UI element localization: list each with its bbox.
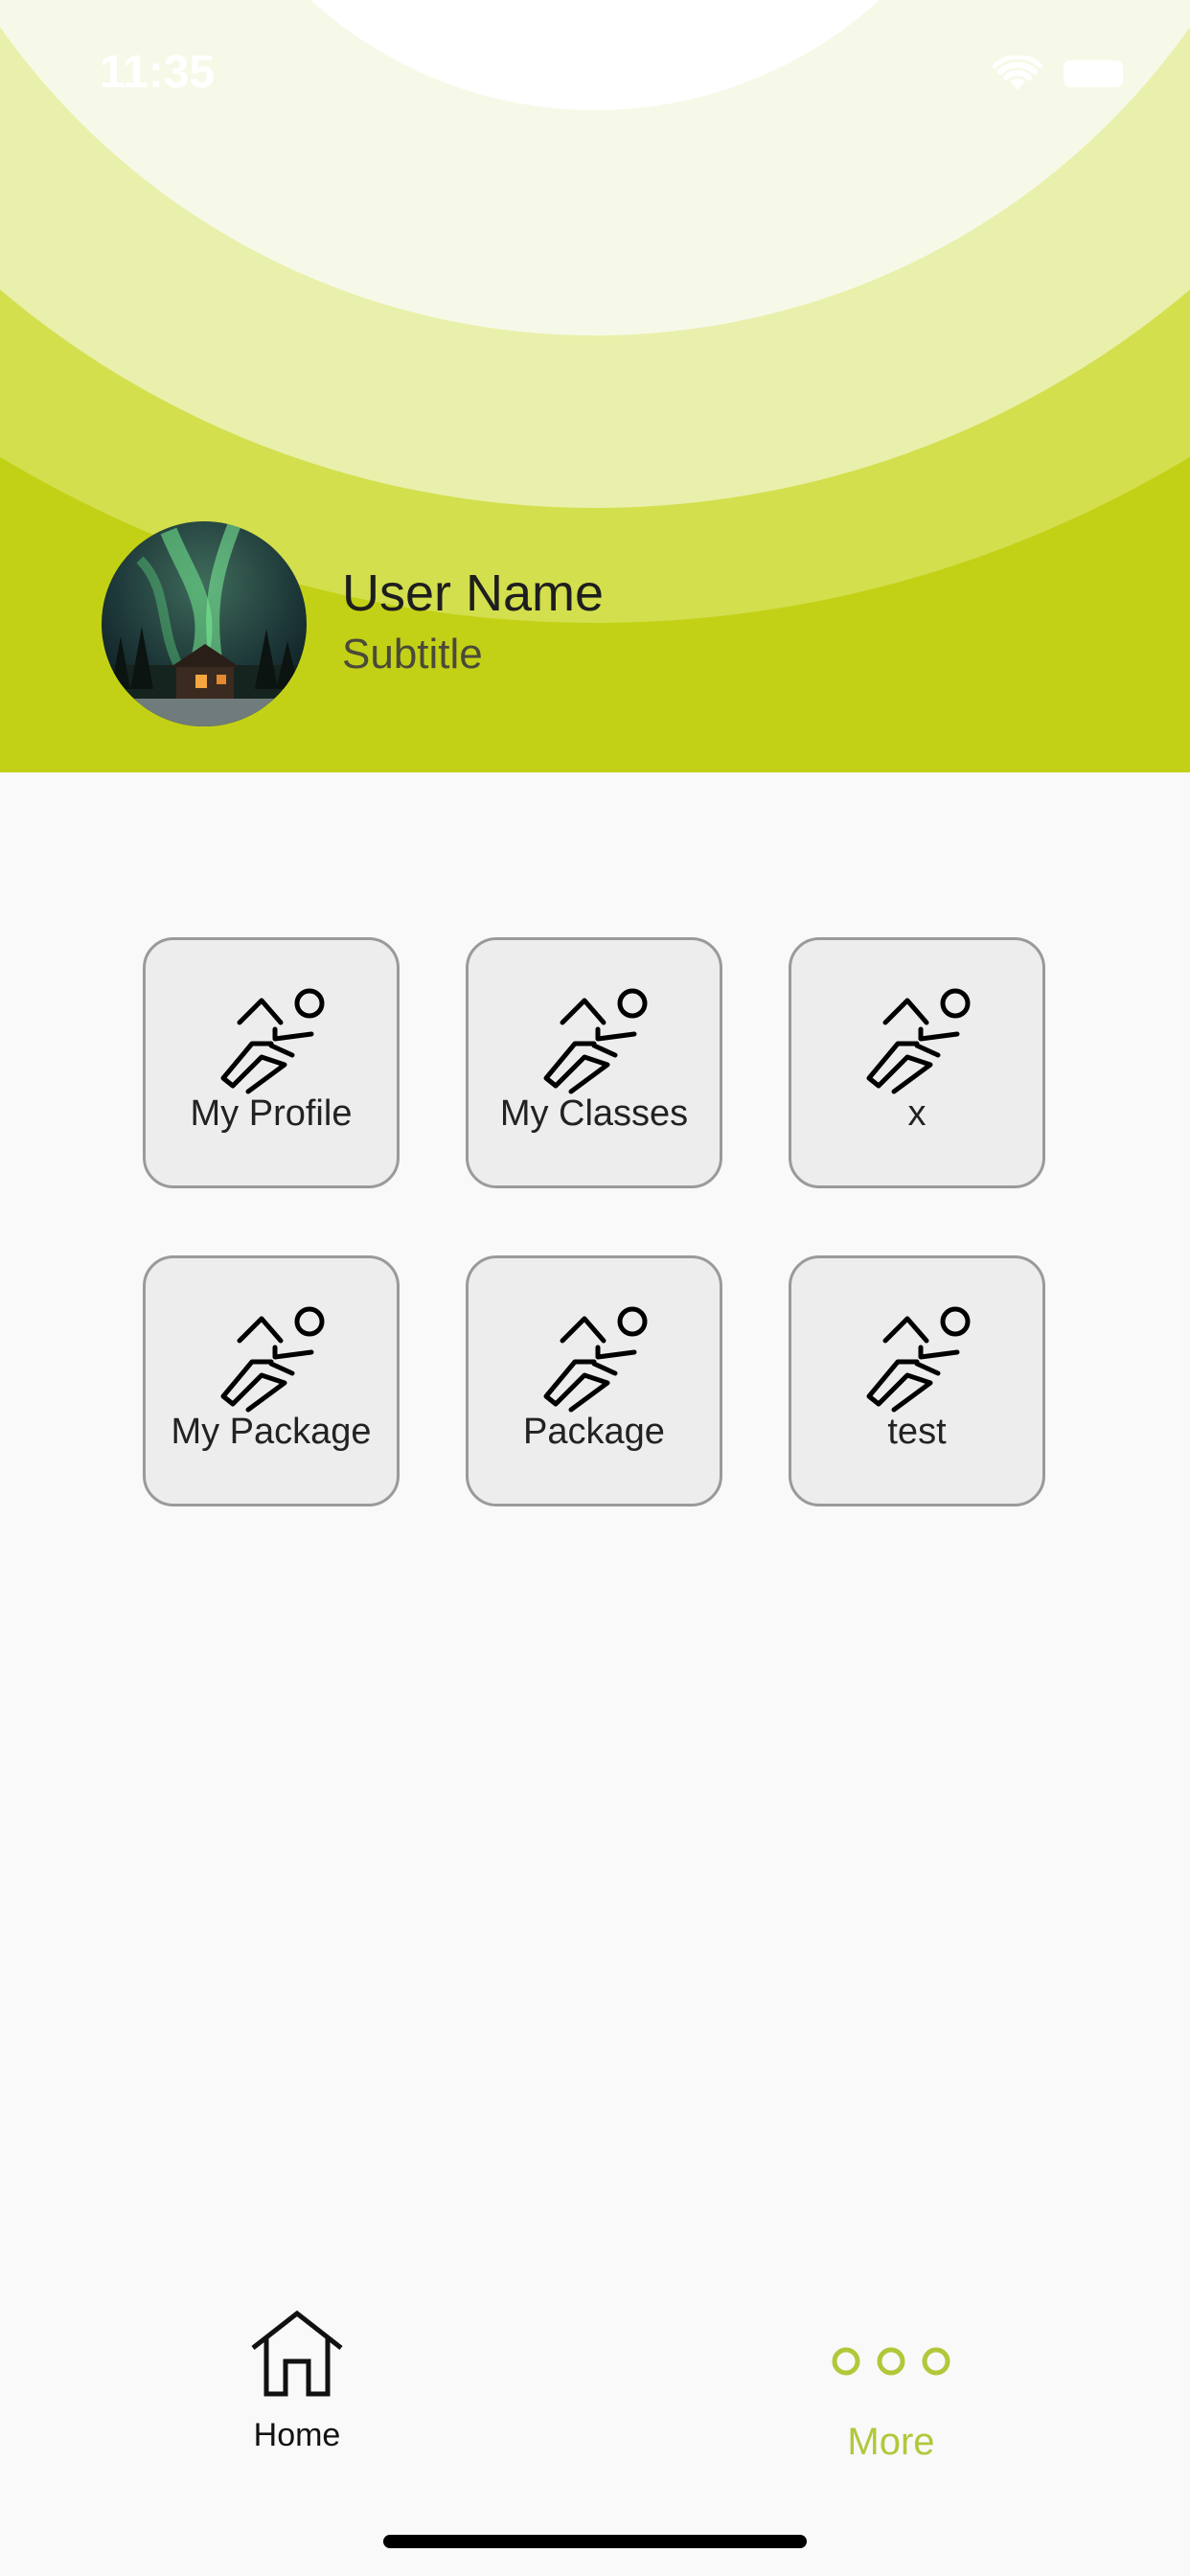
tile-label: My Classes <box>499 1093 689 1134</box>
runner-icon <box>866 1306 971 1413</box>
home-indicator[interactable] <box>383 2535 807 2548</box>
profile-header: 11:35 User Name Subtitle <box>0 0 1190 772</box>
runner-icon <box>543 1306 648 1413</box>
runner-icon <box>220 1306 325 1413</box>
tile-my-classes[interactable]: My Classes <box>466 937 722 1188</box>
tile-my-package[interactable]: My Package <box>143 1255 400 1506</box>
nav-home-label: Home <box>253 2417 341 2453</box>
tile-label: My Profile <box>190 1093 353 1134</box>
avatar[interactable] <box>102 521 307 726</box>
user-subtitle: Subtitle <box>342 631 483 678</box>
tile-test[interactable]: test <box>789 1255 1045 1506</box>
more-icon <box>832 2347 950 2376</box>
nav-more-label: More <box>847 2421 935 2463</box>
nav-more[interactable]: More <box>814 2338 968 2472</box>
tile-label: test <box>887 1412 947 1452</box>
user-name: User Name <box>342 564 605 622</box>
tile-label: Package <box>523 1412 665 1452</box>
runner-icon <box>220 988 325 1094</box>
tile-package[interactable]: Package <box>466 1255 722 1506</box>
tile-label: x <box>907 1093 927 1134</box>
status-time: 11:35 <box>100 47 216 98</box>
status-icons <box>993 56 1123 92</box>
tile-x[interactable]: x <box>789 937 1045 1188</box>
runner-icon <box>866 988 971 1094</box>
home-icon <box>251 2310 343 2397</box>
runner-icon <box>543 988 648 1094</box>
tile-my-profile[interactable]: My Profile <box>143 937 400 1188</box>
nav-home[interactable]: Home <box>220 2310 374 2463</box>
tile-label: My Package <box>171 1412 372 1452</box>
wifi-icon <box>993 56 1042 90</box>
battery-icon <box>1064 60 1123 87</box>
